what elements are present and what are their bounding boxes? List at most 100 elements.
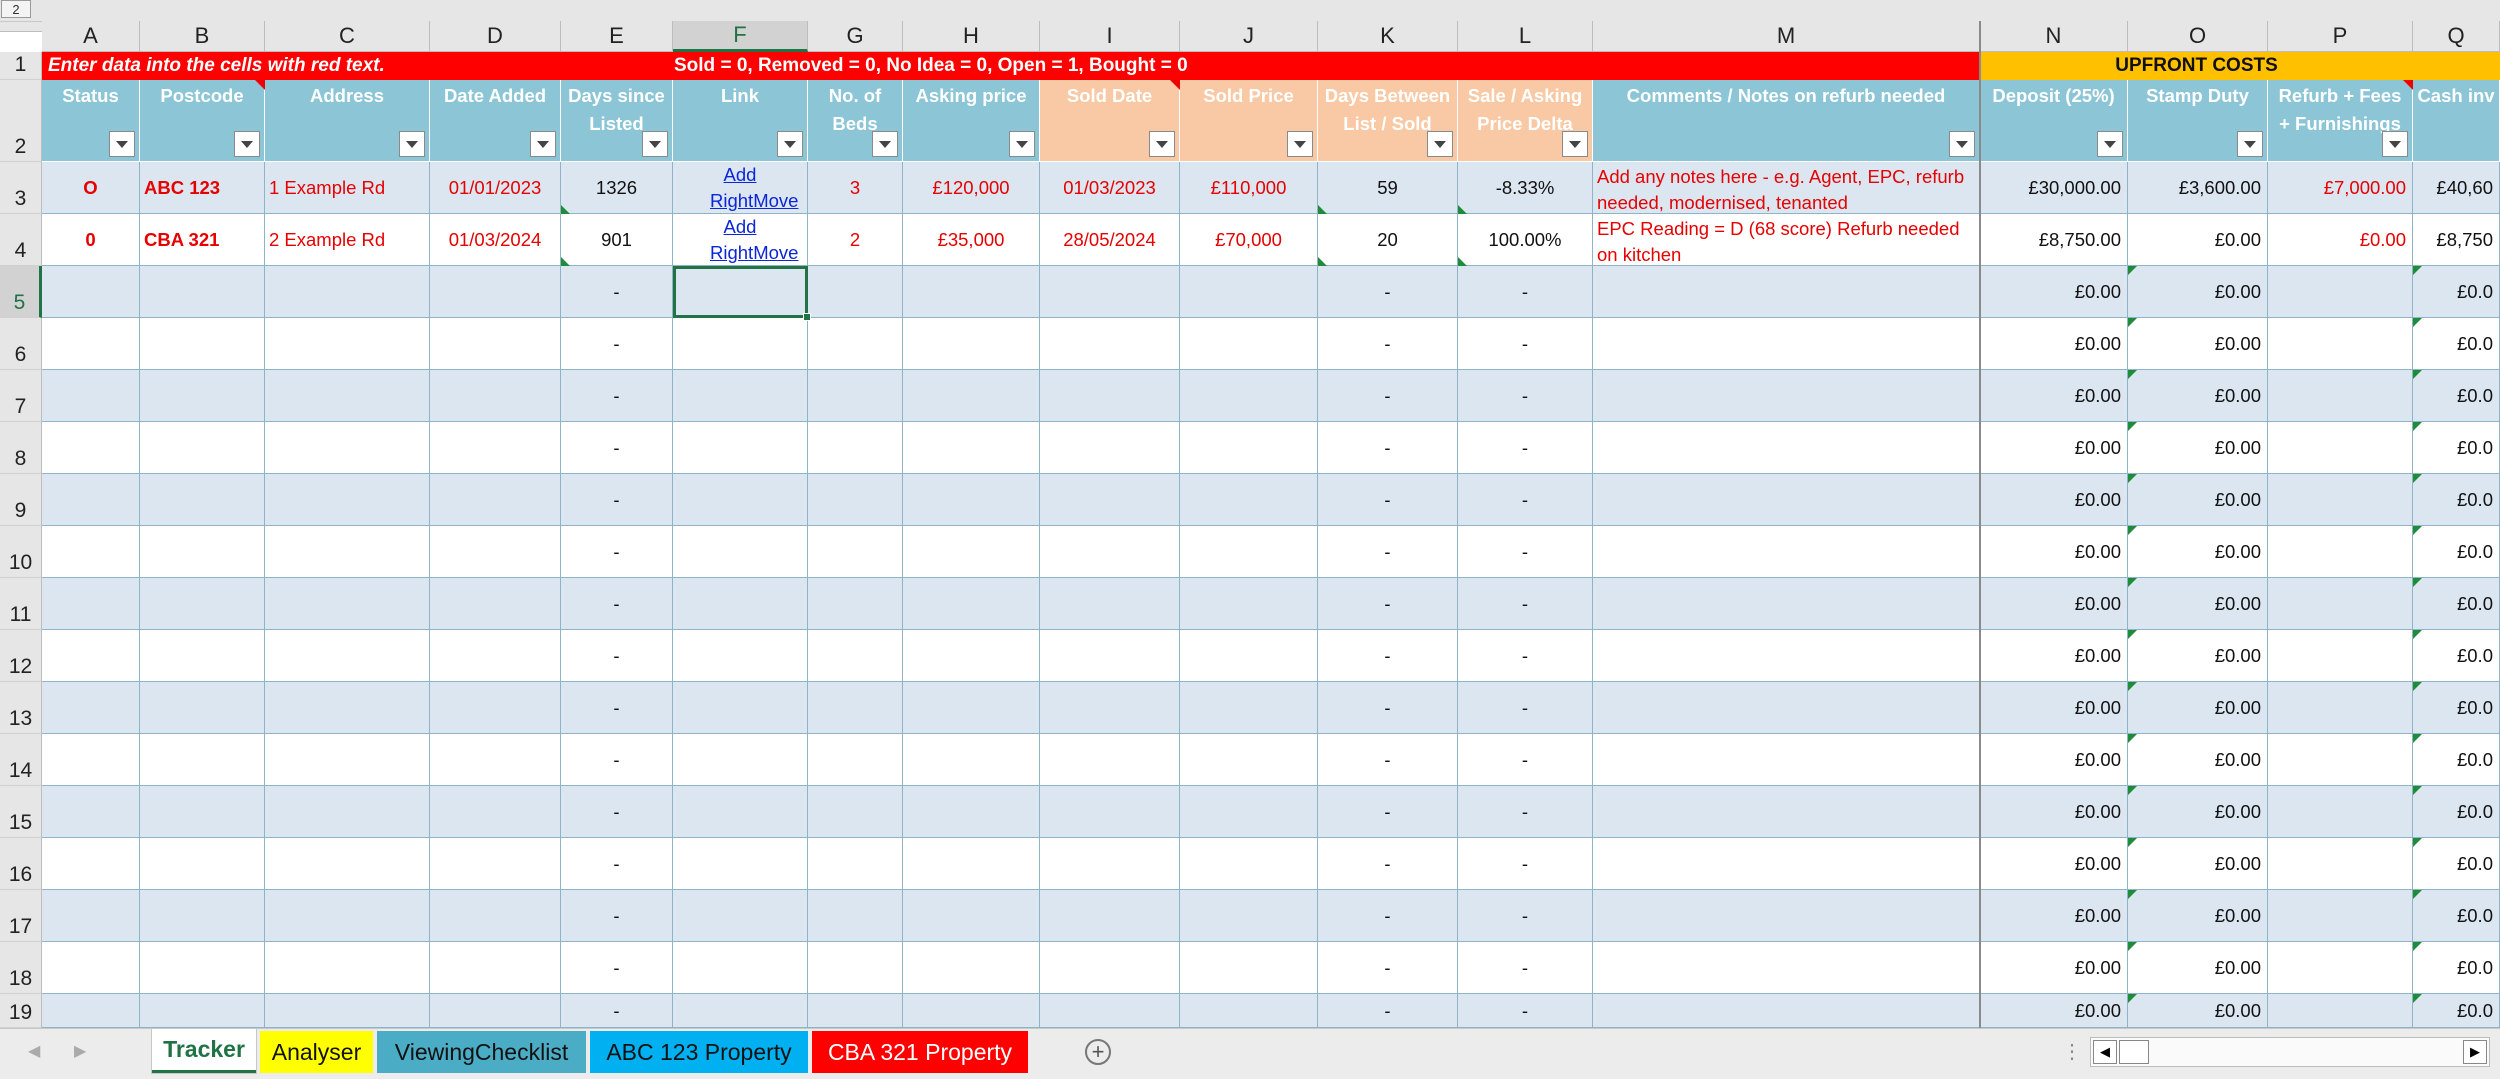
cell-d3[interactable]: 01/01/2023 [430, 162, 561, 214]
cell-i10[interactable] [1040, 526, 1180, 578]
cell-p11[interactable] [2268, 578, 2413, 630]
cell-n7[interactable]: £0.00 [1980, 370, 2128, 422]
filter-dropdown-address[interactable] [399, 131, 425, 157]
filter-dropdown-days-between[interactable] [1427, 131, 1453, 157]
cell-q5[interactable]: £0.0 [2413, 266, 2500, 318]
cell-g7[interactable] [808, 370, 903, 422]
cell-d11[interactable] [430, 578, 561, 630]
cell-h18[interactable] [903, 942, 1040, 994]
cell-p8[interactable] [2268, 422, 2413, 474]
cell-f15[interactable] [673, 786, 808, 838]
cell-h17[interactable] [903, 890, 1040, 942]
row-header-9[interactable]: 9 [0, 474, 42, 526]
cell-k8[interactable]: - [1318, 422, 1458, 474]
cell-e4[interactable]: 901 [561, 214, 673, 266]
cell-g10[interactable] [808, 526, 903, 578]
cell-e13[interactable]: - [561, 682, 673, 734]
cell-i11[interactable] [1040, 578, 1180, 630]
cell-o6[interactable]: £0.00 [2128, 318, 2268, 370]
column-header-h[interactable]: H [903, 21, 1040, 52]
cell-o5[interactable]: £0.00 [2128, 266, 2268, 318]
cell-e5[interactable]: - [561, 266, 673, 318]
cell-o15[interactable]: £0.00 [2128, 786, 2268, 838]
cell-b5[interactable] [140, 266, 265, 318]
cell-n14[interactable]: £0.00 [1980, 734, 2128, 786]
filter-dropdown-comments[interactable] [1949, 131, 1975, 157]
filter-dropdown-asking-price[interactable] [1009, 131, 1035, 157]
cell-q16[interactable]: £0.0 [2413, 838, 2500, 890]
cell-c15[interactable] [265, 786, 430, 838]
cell-e12[interactable]: - [561, 630, 673, 682]
cell-m17[interactable] [1593, 890, 1980, 942]
cell-f5[interactable] [673, 266, 808, 318]
cell-o8[interactable]: £0.00 [2128, 422, 2268, 474]
sheet-tab-abc-123-property[interactable]: ABC 123 Property [590, 1031, 808, 1073]
rightmove-link[interactable]: Add RightMove [710, 214, 798, 265]
cell-o16[interactable]: £0.00 [2128, 838, 2268, 890]
cell-f4[interactable]: Add RightMove [673, 214, 808, 266]
cell-k17[interactable]: - [1318, 890, 1458, 942]
cell-g16[interactable] [808, 838, 903, 890]
cell-h11[interactable] [903, 578, 1040, 630]
cell-d19[interactable] [430, 994, 561, 1028]
cell-d16[interactable] [430, 838, 561, 890]
cell-q11[interactable]: £0.0 [2413, 578, 2500, 630]
cell-n11[interactable]: £0.00 [1980, 578, 2128, 630]
cell-l6[interactable]: - [1458, 318, 1593, 370]
row-header-5[interactable]: 5 [0, 266, 42, 318]
cell-m12[interactable] [1593, 630, 1980, 682]
cell-q17[interactable]: £0.0 [2413, 890, 2500, 942]
cell-d6[interactable] [430, 318, 561, 370]
cell-g17[interactable] [808, 890, 903, 942]
cell-l18[interactable]: - [1458, 942, 1593, 994]
cell-j3[interactable]: £110,000 [1180, 162, 1318, 214]
cell-f10[interactable] [673, 526, 808, 578]
cell-f9[interactable] [673, 474, 808, 526]
cell-a18[interactable] [42, 942, 140, 994]
cell-e11[interactable]: - [561, 578, 673, 630]
cell-i18[interactable] [1040, 942, 1180, 994]
cell-c9[interactable] [265, 474, 430, 526]
cell-g9[interactable] [808, 474, 903, 526]
column-header-e[interactable]: E [561, 21, 673, 52]
cell-m8[interactable] [1593, 422, 1980, 474]
cell-j12[interactable] [1180, 630, 1318, 682]
cell-p5[interactable] [2268, 266, 2413, 318]
cell-h7[interactable] [903, 370, 1040, 422]
cell-h3[interactable]: £120,000 [903, 162, 1040, 214]
cell-n19[interactable]: £0.00 [1980, 994, 2128, 1028]
cell-a12[interactable] [42, 630, 140, 682]
cell-f14[interactable] [673, 734, 808, 786]
cell-m5[interactable] [1593, 266, 1980, 318]
cell-k9[interactable]: - [1318, 474, 1458, 526]
cell-g13[interactable] [808, 682, 903, 734]
cell-o7[interactable]: £0.00 [2128, 370, 2268, 422]
cell-n18[interactable]: £0.00 [1980, 942, 2128, 994]
cell-m14[interactable] [1593, 734, 1980, 786]
cell-d7[interactable] [430, 370, 561, 422]
cell-b10[interactable] [140, 526, 265, 578]
cell-b17[interactable] [140, 890, 265, 942]
filter-dropdown-sold-date[interactable] [1149, 131, 1175, 157]
cell-d18[interactable] [430, 942, 561, 994]
cell-k18[interactable]: - [1318, 942, 1458, 994]
filter-dropdown-status[interactable] [109, 131, 135, 157]
cell-b8[interactable] [140, 422, 265, 474]
cell-q14[interactable]: £0.0 [2413, 734, 2500, 786]
cell-q19[interactable]: £0.0 [2413, 994, 2500, 1028]
cell-n8[interactable]: £0.00 [1980, 422, 2128, 474]
row-header-7[interactable]: 7 [0, 370, 42, 422]
cell-f16[interactable] [673, 838, 808, 890]
scroll-tabs-right-icon[interactable]: ▶ [74, 1041, 86, 1061]
row-header-2[interactable]: 2 [0, 80, 42, 162]
cell-p18[interactable] [2268, 942, 2413, 994]
cell-m15[interactable] [1593, 786, 1980, 838]
cell-l11[interactable]: - [1458, 578, 1593, 630]
cell-m9[interactable] [1593, 474, 1980, 526]
cell-a6[interactable] [42, 318, 140, 370]
select-all-corner[interactable] [0, 0, 2500, 22]
cell-c6[interactable] [265, 318, 430, 370]
cell-j10[interactable] [1180, 526, 1318, 578]
cell-a14[interactable] [42, 734, 140, 786]
cell-e14[interactable]: - [561, 734, 673, 786]
